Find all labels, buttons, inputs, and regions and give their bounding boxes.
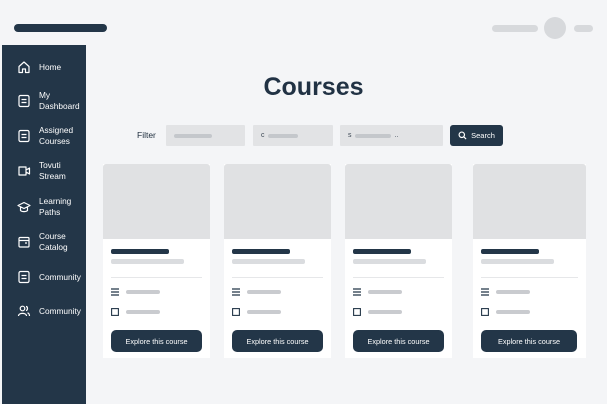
search-button-label: Search <box>471 131 495 140</box>
meta-placeholder <box>496 310 530 314</box>
stream-icon <box>17 164 31 178</box>
course-meta-row <box>232 288 281 296</box>
sidebar-item-label: Tovuti Stream <box>39 160 66 181</box>
course-card[interactable]: Explore this course <box>345 164 452 358</box>
course-subtitle-placeholder <box>353 259 426 264</box>
sidebar-item-learning-paths[interactable]: Learning Paths <box>2 196 86 218</box>
sidebar-item-label: Course Catalog <box>39 231 68 252</box>
search-icon <box>458 131 467 140</box>
field-placeholder <box>174 133 212 138</box>
sidebar-item-community[interactable]: Community <box>2 270 86 284</box>
course-meta-row <box>111 288 160 296</box>
course-meta-row <box>111 308 160 316</box>
sidebar-item-label: Home <box>39 61 62 72</box>
community-icon <box>17 270 31 284</box>
explore-course-button[interactable]: Explore this course <box>481 330 577 352</box>
home-icon <box>17 60 31 74</box>
filter-field-2[interactable]: c <box>253 125 333 146</box>
course-meta-row <box>232 308 281 316</box>
field-ellipsis: .. <box>394 132 399 139</box>
field-text: s <box>348 132 352 139</box>
course-subtitle-placeholder <box>481 259 554 264</box>
course-card[interactable]: Explore this course <box>224 164 331 358</box>
sidebar-item-label: Learning Paths <box>39 196 72 217</box>
course-title-placeholder <box>481 249 539 254</box>
course-image-placeholder <box>224 164 331 239</box>
meta-placeholder <box>368 290 402 294</box>
header-placeholder-text <box>574 24 593 32</box>
divider <box>481 277 578 278</box>
page-title: Courses <box>263 73 364 101</box>
checkbox-icon <box>353 308 361 316</box>
sidebar-item-home[interactable]: Home <box>2 60 86 74</box>
filter-field-1[interactable] <box>166 125 245 146</box>
course-card[interactable]: Explore this course <box>103 164 210 358</box>
course-image-placeholder <box>103 164 210 239</box>
course-meta-row <box>353 308 402 316</box>
field-text: c <box>261 132 265 139</box>
checkbox-icon <box>481 308 489 316</box>
divider <box>353 277 444 278</box>
field-placeholder <box>267 133 298 138</box>
course-card[interactable]: Explore this course <box>473 164 586 358</box>
course-image-placeholder <box>473 164 586 239</box>
meta-placeholder <box>247 290 281 294</box>
users-icon <box>17 304 31 318</box>
field-placeholder <box>354 133 391 138</box>
course-title-placeholder <box>232 249 290 254</box>
list-icon <box>353 288 361 296</box>
explore-course-button[interactable]: Explore this course <box>111 330 202 352</box>
avatar[interactable] <box>544 17 566 39</box>
meta-placeholder <box>126 290 160 294</box>
course-title-placeholder <box>353 249 411 254</box>
course-subtitle-placeholder <box>111 259 184 264</box>
list-icon <box>481 288 489 296</box>
divider <box>232 277 323 278</box>
sidebar-item-label: Community <box>39 305 81 316</box>
course-meta-row <box>353 288 402 296</box>
meta-placeholder <box>496 290 530 294</box>
graduation-cap-icon <box>17 200 31 214</box>
search-button[interactable]: Search <box>450 125 503 146</box>
user-menu[interactable] <box>492 17 593 39</box>
filter-field-3[interactable]: s .. <box>340 125 443 146</box>
meta-placeholder <box>247 310 281 314</box>
sidebar-item-assigned-courses[interactable]: Assigned Courses <box>2 125 86 147</box>
checkbox-icon <box>111 308 119 316</box>
sidebar-item-community-members[interactable]: Community <box>2 304 86 318</box>
list-icon <box>232 288 240 296</box>
course-title-placeholder <box>111 249 169 254</box>
divider <box>111 277 202 278</box>
catalog-icon <box>17 235 31 249</box>
explore-course-button[interactable]: Explore this course <box>353 330 444 352</box>
header-placeholder-text <box>492 24 538 32</box>
list-icon <box>111 288 119 296</box>
course-meta-row <box>481 308 530 316</box>
explore-course-button[interactable]: Explore this course <box>232 330 323 352</box>
checkbox-icon <box>232 308 240 316</box>
sidebar-item-label: Assigned Courses <box>39 125 74 146</box>
assigned-courses-icon <box>17 129 31 143</box>
course-meta-row <box>481 288 530 296</box>
meta-placeholder <box>126 310 160 314</box>
brand-logo-placeholder <box>14 24 107 32</box>
sidebar-item-label: Community <box>39 271 81 282</box>
sidebar-item-tovuti-stream[interactable]: Tovuti Stream <box>2 160 86 182</box>
sidebar-item-course-catalog[interactable]: Course Catalog <box>2 231 86 253</box>
course-image-placeholder <box>345 164 452 239</box>
filter-label: Filter <box>137 130 156 140</box>
course-subtitle-placeholder <box>232 259 305 264</box>
meta-placeholder <box>368 310 402 314</box>
